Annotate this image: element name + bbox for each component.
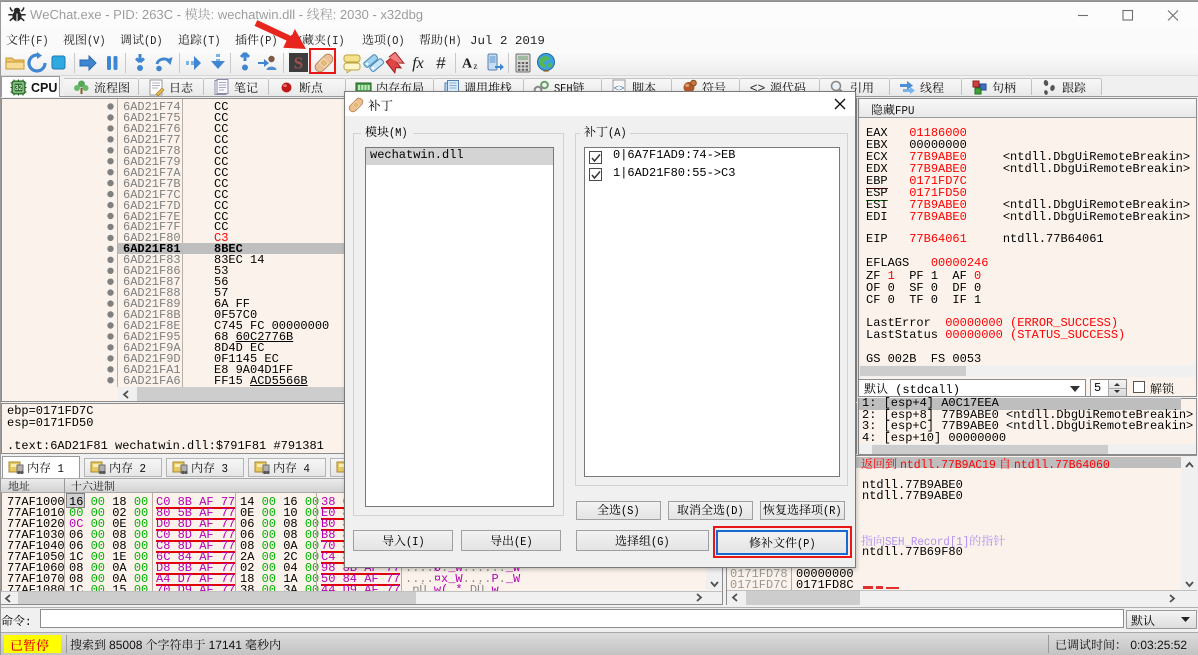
- svg-text:fx: fx: [412, 55, 424, 72]
- svg-text:z: z: [474, 61, 478, 71]
- svg-text:A: A: [462, 57, 473, 72]
- svg-text:#: #: [436, 54, 446, 73]
